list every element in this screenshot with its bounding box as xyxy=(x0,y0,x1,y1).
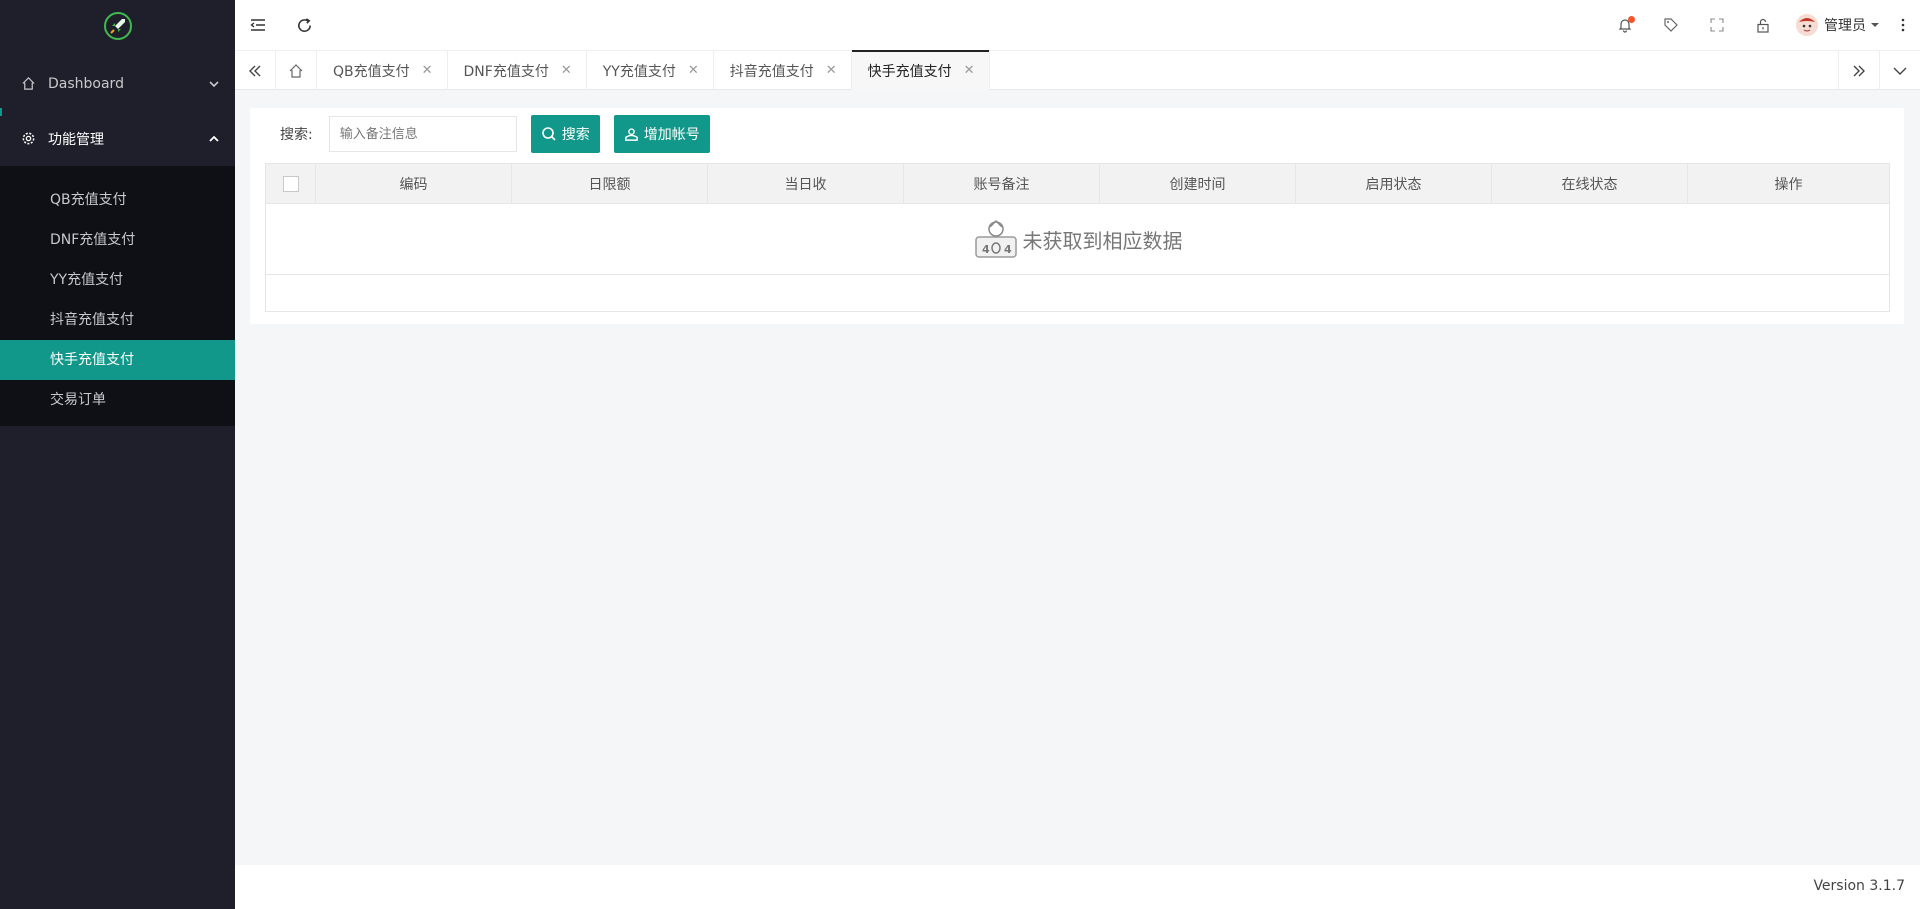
accounts-table: 编码 日限额 当日收 账号备注 创建时间 启用状态 在线状态 操作 4 4 未获… xyxy=(265,163,1890,312)
empty-data-icon: 4 4 xyxy=(974,219,1017,258)
sidebar: Dashboard 功能管理 QB充值支付 DNF充值支付 YY充值支付 抖音充… xyxy=(0,0,235,909)
column-header-daily-limit[interactable]: 日限额 xyxy=(512,164,708,203)
lock-screen-button[interactable] xyxy=(1740,0,1786,50)
column-header-account-remark[interactable]: 账号备注 xyxy=(904,164,1100,203)
tabs-scroll-right-button[interactable] xyxy=(1838,51,1879,90)
tab-label: DNF充值支付 xyxy=(463,63,549,80)
tags-button[interactable] xyxy=(1648,0,1694,50)
sidebar-item-label: Dashboard xyxy=(48,75,124,92)
close-icon[interactable]: ✕ xyxy=(422,63,433,78)
column-header-enabled-status[interactable]: 启用状态 xyxy=(1296,164,1492,203)
submenu-function-management: QB充值支付 DNF充值支付 YY充值支付 抖音充值支付 快手充值支付 交易订单 xyxy=(0,166,235,426)
select-all-cell xyxy=(266,164,316,203)
sidebar-item-label: 功能管理 xyxy=(48,131,104,148)
search-icon xyxy=(541,127,556,141)
sidebar-item-trade-orders[interactable]: 交易订单 xyxy=(0,380,235,420)
version-text: Version 3.1.7 xyxy=(1813,878,1905,894)
sidebar-item-kuaishou-recharge[interactable]: 快手充值支付 xyxy=(0,340,235,380)
collapse-sidebar-button[interactable] xyxy=(235,0,281,50)
rocket-logo-icon xyxy=(103,12,132,40)
sidebar-item-yy-recharge[interactable]: YY充值支付 xyxy=(0,260,235,300)
sidebar-item-douyin-recharge[interactable]: 抖音充值支付 xyxy=(0,300,235,340)
tab-yy-recharge[interactable]: YY充值支付 ✕ xyxy=(587,51,714,90)
more-vertical-icon xyxy=(1901,18,1905,32)
chevron-up-icon xyxy=(209,135,219,142)
notifications-button[interactable] xyxy=(1602,0,1648,50)
svg-text:4: 4 xyxy=(1004,243,1012,256)
tab-home[interactable] xyxy=(276,51,317,90)
tabs-dropdown-button[interactable] xyxy=(1879,51,1920,90)
refresh-button[interactable] xyxy=(281,0,327,50)
double-chevron-left-icon xyxy=(249,65,261,76)
sidebar-item-qb-recharge[interactable]: QB充值支付 xyxy=(0,180,235,220)
column-header-online-status[interactable]: 在线状态 xyxy=(1492,164,1688,203)
select-all-checkbox[interactable] xyxy=(282,175,299,192)
sidebar-item-dashboard[interactable]: Dashboard xyxy=(0,56,235,111)
caret-down-icon xyxy=(1871,23,1879,27)
column-header-created-time[interactable]: 创建时间 xyxy=(1100,164,1296,203)
page-tabs: QB充值支付 ✕ DNF充值支付 ✕ YY充值支付 ✕ 抖音充值支付 ✕ 快手充… xyxy=(235,50,1920,90)
header-actions: 管理员 xyxy=(1602,0,1920,50)
tab-label: QB充值支付 xyxy=(333,63,410,80)
search-input[interactable] xyxy=(328,116,517,152)
tag-icon xyxy=(1664,18,1678,32)
empty-state-text: 未获取到相应数据 xyxy=(1022,228,1183,253)
home-icon xyxy=(20,76,36,92)
sidebar-item-function-management[interactable]: 功能管理 xyxy=(0,111,235,166)
user-name: 管理员 xyxy=(1824,18,1866,34)
chevron-down-icon xyxy=(1893,67,1907,75)
column-header-code[interactable]: 编码 xyxy=(316,164,512,203)
close-icon[interactable]: ✕ xyxy=(688,63,699,78)
close-icon[interactable]: ✕ xyxy=(964,63,975,78)
tab-qb-recharge[interactable]: QB充值支付 ✕ xyxy=(317,51,448,90)
close-icon[interactable]: ✕ xyxy=(561,63,572,78)
menu-fold-icon xyxy=(250,19,265,31)
active-indicator xyxy=(0,108,2,116)
add-user-icon xyxy=(624,127,638,141)
column-header-today-received[interactable]: 当日收 xyxy=(708,164,904,203)
search-button-label: 搜索 xyxy=(561,127,590,143)
app-logo[interactable] xyxy=(0,0,235,52)
footer: Version 3.1.7 xyxy=(235,865,1920,909)
home-icon xyxy=(289,63,303,78)
search-label: 搜索: xyxy=(280,127,313,143)
add-account-button-label: 增加帐号 xyxy=(643,127,700,143)
top-header: 管理员 xyxy=(235,0,1920,50)
search-button[interactable]: 搜索 xyxy=(530,115,600,153)
column-header-actions[interactable]: 操作 xyxy=(1688,164,1889,203)
user-menu[interactable]: 管理员 xyxy=(1786,0,1886,50)
close-icon[interactable]: ✕ xyxy=(826,63,837,78)
tabs-scroll-left-button[interactable] xyxy=(235,51,276,90)
more-options-button[interactable] xyxy=(1886,0,1920,50)
gear-icon xyxy=(20,131,36,147)
search-toolbar: 搜索: 搜索 增加帐号 xyxy=(280,114,710,154)
avatar xyxy=(1796,14,1818,36)
notification-badge xyxy=(1628,16,1635,23)
fullscreen-button[interactable] xyxy=(1694,0,1740,50)
tab-dnf-recharge[interactable]: DNF充值支付 ✕ xyxy=(448,51,587,90)
tab-label: YY充值支付 xyxy=(602,63,676,80)
fullscreen-icon xyxy=(1710,18,1724,32)
tab-douyin-recharge[interactable]: 抖音充值支付 ✕ xyxy=(714,51,852,90)
tab-kuaishou-recharge[interactable]: 快手充值支付 ✕ xyxy=(851,50,990,90)
double-chevron-right-icon xyxy=(1853,65,1865,76)
table-header: 编码 日限额 当日收 账号备注 创建时间 启用状态 在线状态 操作 xyxy=(266,164,1889,204)
empty-state: 4 4 未获取到相应数据 xyxy=(266,204,1889,275)
svg-text:4: 4 xyxy=(982,243,990,256)
tabs-right-controls xyxy=(1838,51,1920,90)
tab-label: 抖音充值支付 xyxy=(729,63,814,80)
lock-icon xyxy=(1757,18,1769,33)
add-account-button[interactable]: 增加帐号 xyxy=(613,115,710,153)
chevron-down-icon xyxy=(209,80,219,87)
sidebar-item-dnf-recharge[interactable]: DNF充值支付 xyxy=(0,220,235,260)
refresh-icon xyxy=(297,17,311,32)
content-panel: 搜索: 搜索 增加帐号 编码 日限额 当日收 账号备注 创建时间 xyxy=(250,108,1904,324)
tab-label: 快手充值支付 xyxy=(867,63,952,80)
